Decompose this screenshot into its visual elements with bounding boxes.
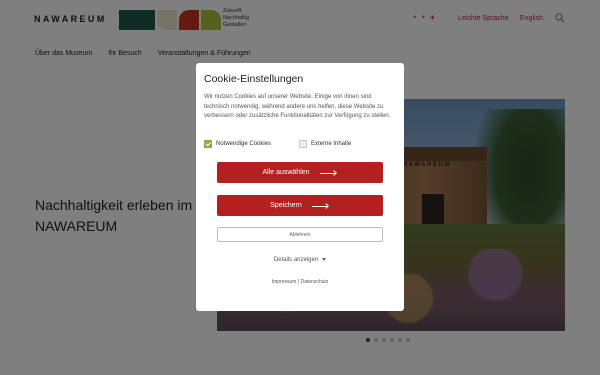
arrow-right-icon — [311, 203, 330, 209]
details-toggle[interactable]: Details anzeigen — [196, 257, 404, 263]
details-toggle-label: Details anzeigen — [273, 257, 319, 263]
necessary-cookies-checkbox[interactable] — [204, 140, 212, 148]
save-label: Speichern — [270, 202, 302, 209]
cookie-dialog: Cookie-Einstellungen Wir nutzen Cookies … — [196, 63, 404, 311]
accept-all-button[interactable]: Alle auswählen — [217, 162, 383, 183]
necessary-cookies-label: Notwendige Cookies — [216, 141, 272, 147]
cookie-dialog-title: Cookie-Einstellungen — [204, 73, 304, 85]
caret-down-icon — [322, 257, 327, 261]
external-content-checkbox[interactable] — [299, 140, 307, 148]
save-button[interactable]: Speichern — [217, 195, 383, 216]
decline-button[interactable]: Ablehnen — [217, 227, 383, 242]
necessary-cookies-option[interactable]: Notwendige Cookies — [204, 140, 271, 148]
arrow-right-icon — [319, 170, 338, 176]
external-content-label: Externe Inhalte — [311, 141, 352, 147]
external-content-option[interactable]: Externe Inhalte — [299, 140, 351, 148]
legal-links[interactable]: Impressum | Datenschutz — [196, 279, 404, 285]
cookie-dialog-description: Wir nutzen Cookies auf unserer Website. … — [204, 94, 391, 119]
accept-all-label: Alle auswählen — [262, 169, 310, 176]
